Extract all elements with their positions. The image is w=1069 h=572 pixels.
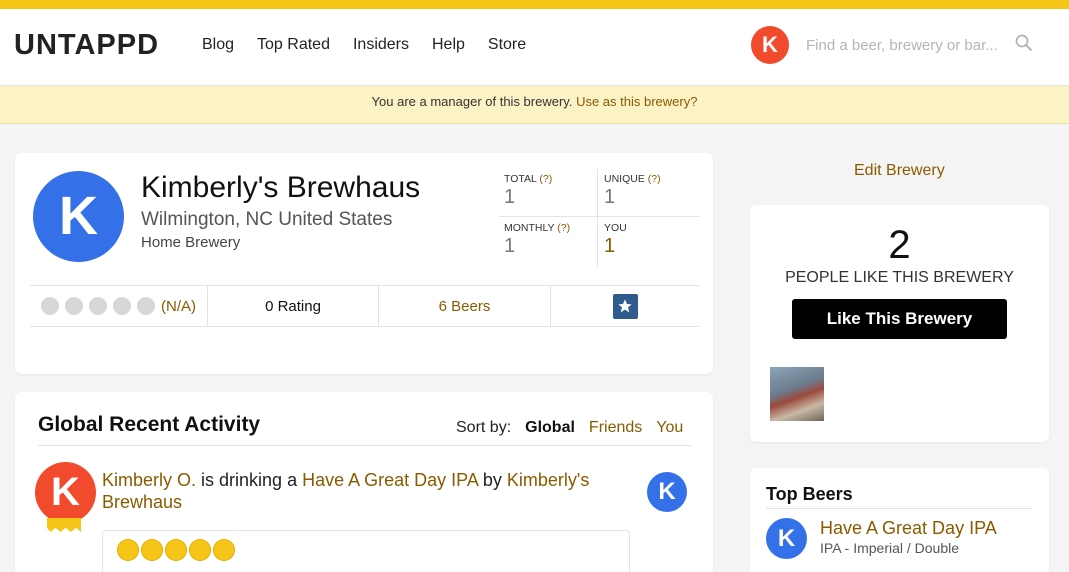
stat-help-link[interactable]: (?) (557, 222, 570, 234)
stat-monthly-value: 1 (504, 235, 516, 257)
rating-empty-icon (113, 297, 131, 315)
checkin-user-link[interactable]: Kimberly O. (102, 470, 196, 490)
nav-help[interactable]: Help (432, 36, 465, 54)
stat-you-value[interactable]: 1 (604, 235, 699, 258)
sort-you[interactable]: You (656, 419, 683, 437)
nav-top-rated[interactable]: Top Rated (257, 36, 330, 54)
top-accent-bar (0, 0, 1069, 9)
beers-link[interactable]: 6 Beers (439, 298, 491, 315)
sort-label: Sort by: (456, 419, 512, 436)
stat-you: YOU 1 (599, 218, 699, 267)
stat-monthly: MONTHLY (?) 1 (499, 218, 599, 267)
checkin-brewery-logo[interactable]: K (647, 472, 687, 512)
brewery-logo: K (33, 171, 124, 262)
bottlecap-icon (142, 540, 162, 560)
top-beers-title: Top Beers (766, 484, 853, 504)
brewery-name: Kimberly's Brewhaus (141, 171, 421, 204)
stat-you-label: YOU (604, 222, 627, 234)
nav-insiders[interactable]: Insiders (353, 36, 409, 54)
stat-monthly-label: MONTHLY (504, 222, 555, 234)
use-as-brewery-link[interactable]: Use as this brewery? (576, 94, 697, 109)
manager-banner: You are a manager of this brewery. Use a… (0, 86, 1069, 124)
nav-store[interactable]: Store (488, 36, 526, 54)
untappd-logo[interactable]: UNTAPPD (14, 29, 159, 62)
checkin-rating (118, 540, 234, 560)
activity-title: Global Recent Activity (38, 413, 261, 436)
beers-cell: 6 Beers (379, 286, 551, 326)
search-input[interactable] (806, 33, 1046, 57)
rating-empty-icon (89, 297, 107, 315)
like-label: PEOPLE LIKE THIS BREWERY (785, 269, 1014, 286)
rating-empty-icon (137, 297, 155, 315)
checkin-text: Kimberly O. is drinking a Have A Great D… (102, 469, 622, 513)
checkin-verb: is drinking a (196, 470, 303, 490)
activity-divider (38, 445, 691, 446)
sort-global[interactable]: Global (525, 419, 575, 437)
checkin-user-avatar[interactable]: K (35, 462, 96, 523)
favorite-cell (551, 286, 699, 326)
brewery-details-row: (N/A) 0 Rating 6 Beers (30, 285, 699, 327)
stat-total-value: 1 (504, 186, 516, 208)
rating-empty-icon (41, 297, 59, 315)
top-beers-divider (766, 508, 1033, 509)
top-beers-card: Top Beers K Have A Great Day IPA IPA - I… (750, 468, 1049, 572)
checkin-by: by (477, 470, 507, 490)
stat-unique-value: 1 (604, 186, 616, 208)
bottlecap-icon (166, 540, 186, 560)
stat-help-link[interactable]: (?) (539, 173, 552, 185)
checkin-details (102, 530, 630, 572)
rating-score[interactable]: (N/A) (161, 298, 196, 315)
nav-blog[interactable]: Blog (202, 36, 234, 54)
bottlecap-icon (190, 540, 210, 560)
banner-text: You are a manager of this brewery. (371, 94, 573, 109)
activity-sort: Sort by: Global Friends You (456, 419, 683, 437)
checkin-stats: TOTAL (?) 1 UNIQUE (?) 1 MONTHLY (?) 1 Y… (499, 169, 699, 267)
stat-unique-label: UNIQUE (604, 173, 645, 185)
activity-card: Global Recent Activity Sort by: Global F… (15, 392, 713, 572)
star-icon[interactable] (612, 293, 638, 319)
main-nav: Blog Top Rated Insiders Help Store (202, 36, 526, 54)
stat-total-label: TOTAL (504, 173, 537, 185)
brewery-location: Wilmington, NC United States (141, 209, 393, 230)
brewery-type: Home Brewery (141, 234, 241, 251)
sort-friends[interactable]: Friends (589, 419, 642, 437)
stat-total: TOTAL (?) 1 (499, 169, 599, 218)
top-beer-name[interactable]: Have A Great Day IPA (820, 518, 997, 539)
user-avatar[interactable]: K (751, 26, 789, 64)
bottlecap-icon (214, 540, 234, 560)
search-icon[interactable] (1015, 34, 1033, 52)
rating-empty-icon (65, 297, 83, 315)
badge-ribbon-icon (47, 518, 81, 532)
top-beer-style: IPA - Imperial / Double (820, 540, 960, 556)
rating-cell: (N/A) (30, 286, 208, 326)
likes-card: 2 PEOPLE LIKE THIS BREWERY Like This Bre… (750, 205, 1049, 442)
bottlecap-icon (118, 540, 138, 560)
rating-count: 0 Rating (208, 286, 379, 326)
stat-help-link[interactable]: (?) (648, 173, 661, 185)
like-count: 2 (888, 223, 911, 267)
brewery-info-card: K Kimberly's Brewhaus Wilmington, NC Uni… (15, 153, 713, 374)
checkin-beer-link[interactable]: Have A Great Day IPA (302, 470, 478, 490)
stat-unique: UNIQUE (?) 1 (599, 169, 699, 218)
site-header: UNTAPPD Blog Top Rated Insiders Help Sto… (0, 9, 1069, 86)
edit-brewery-link[interactable]: Edit Brewery (854, 162, 945, 180)
liker-avatar[interactable] (770, 367, 824, 421)
top-beer-logo[interactable]: K (766, 518, 807, 559)
like-brewery-button[interactable]: Like This Brewery (792, 299, 1007, 339)
